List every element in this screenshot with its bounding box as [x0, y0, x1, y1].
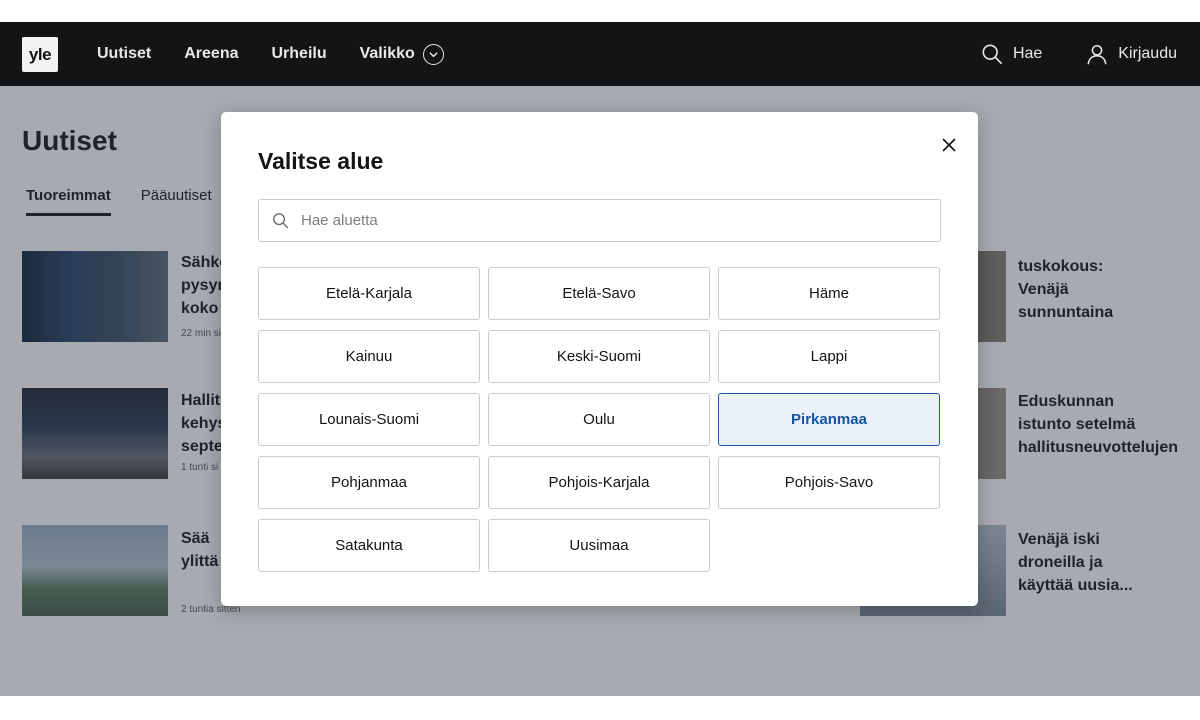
close-button[interactable] — [937, 133, 961, 157]
chevron-down-icon — [422, 43, 444, 65]
region-search-input[interactable] — [301, 201, 921, 240]
user-icon — [1087, 44, 1107, 65]
region-option-pohjanmaa[interactable]: Pohjanmaa — [258, 456, 480, 509]
region-option-pohjois-savo[interactable]: Pohjois-Savo — [718, 456, 940, 509]
app-viewport: yle Uutiset Areena Urheilu Valikko Hae K… — [0, 22, 1200, 696]
region-search-field[interactable] — [258, 199, 941, 242]
region-option-lappi[interactable]: Lappi — [718, 330, 940, 383]
login-button[interactable]: Kirjaudu — [1086, 43, 1177, 65]
region-picker-dialog: Valitse alue Etelä-Karjala Etelä-Savo Hä… — [221, 112, 978, 606]
region-option-lounais-suomi[interactable]: Lounais-Suomi — [258, 393, 480, 446]
region-option-etela-savo[interactable]: Etelä-Savo — [488, 267, 710, 320]
search-button[interactable]: Hae — [981, 43, 1042, 65]
region-option-keski-suomi[interactable]: Keski-Suomi — [488, 330, 710, 383]
region-grid: Etelä-Karjala Etelä-Savo Häme Kainuu Kes… — [258, 267, 941, 572]
top-navigation: yle Uutiset Areena Urheilu Valikko Hae K… — [0, 22, 1200, 86]
region-option-uusimaa[interactable]: Uusimaa — [488, 519, 710, 572]
main-nav: Uutiset Areena Urheilu Valikko — [97, 22, 477, 86]
nav-actions: Hae Kirjaudu — [981, 22, 1200, 86]
search-icon — [273, 213, 289, 229]
region-option-pirkanmaa[interactable]: Pirkanmaa — [718, 393, 940, 446]
nav-item-valikko[interactable]: Valikko — [359, 43, 444, 65]
nav-item-areena[interactable]: Areena — [184, 45, 238, 63]
region-option-etela-karjala[interactable]: Etelä-Karjala — [258, 267, 480, 320]
search-button-label: Hae — [1012, 45, 1043, 62]
region-option-satakunta[interactable]: Satakunta — [258, 519, 480, 572]
close-icon — [942, 138, 956, 152]
region-option-pohjois-karjala[interactable]: Pohjois-Karjala — [488, 456, 710, 509]
nav-item-valikko-label: Valikko — [359, 45, 415, 62]
dialog-title: Valitse alue — [258, 148, 384, 174]
region-option-kainuu[interactable]: Kainuu — [258, 330, 480, 383]
login-button-label: Kirjaudu — [1118, 45, 1177, 62]
search-icon — [982, 44, 1002, 64]
yle-logo[interactable]: yle — [22, 37, 58, 72]
region-option-oulu[interactable]: Oulu — [488, 393, 710, 446]
nav-item-urheilu[interactable]: Urheilu — [271, 45, 326, 63]
region-option-hame[interactable]: Häme — [718, 267, 940, 320]
nav-item-uutiset[interactable]: Uutiset — [97, 45, 151, 63]
